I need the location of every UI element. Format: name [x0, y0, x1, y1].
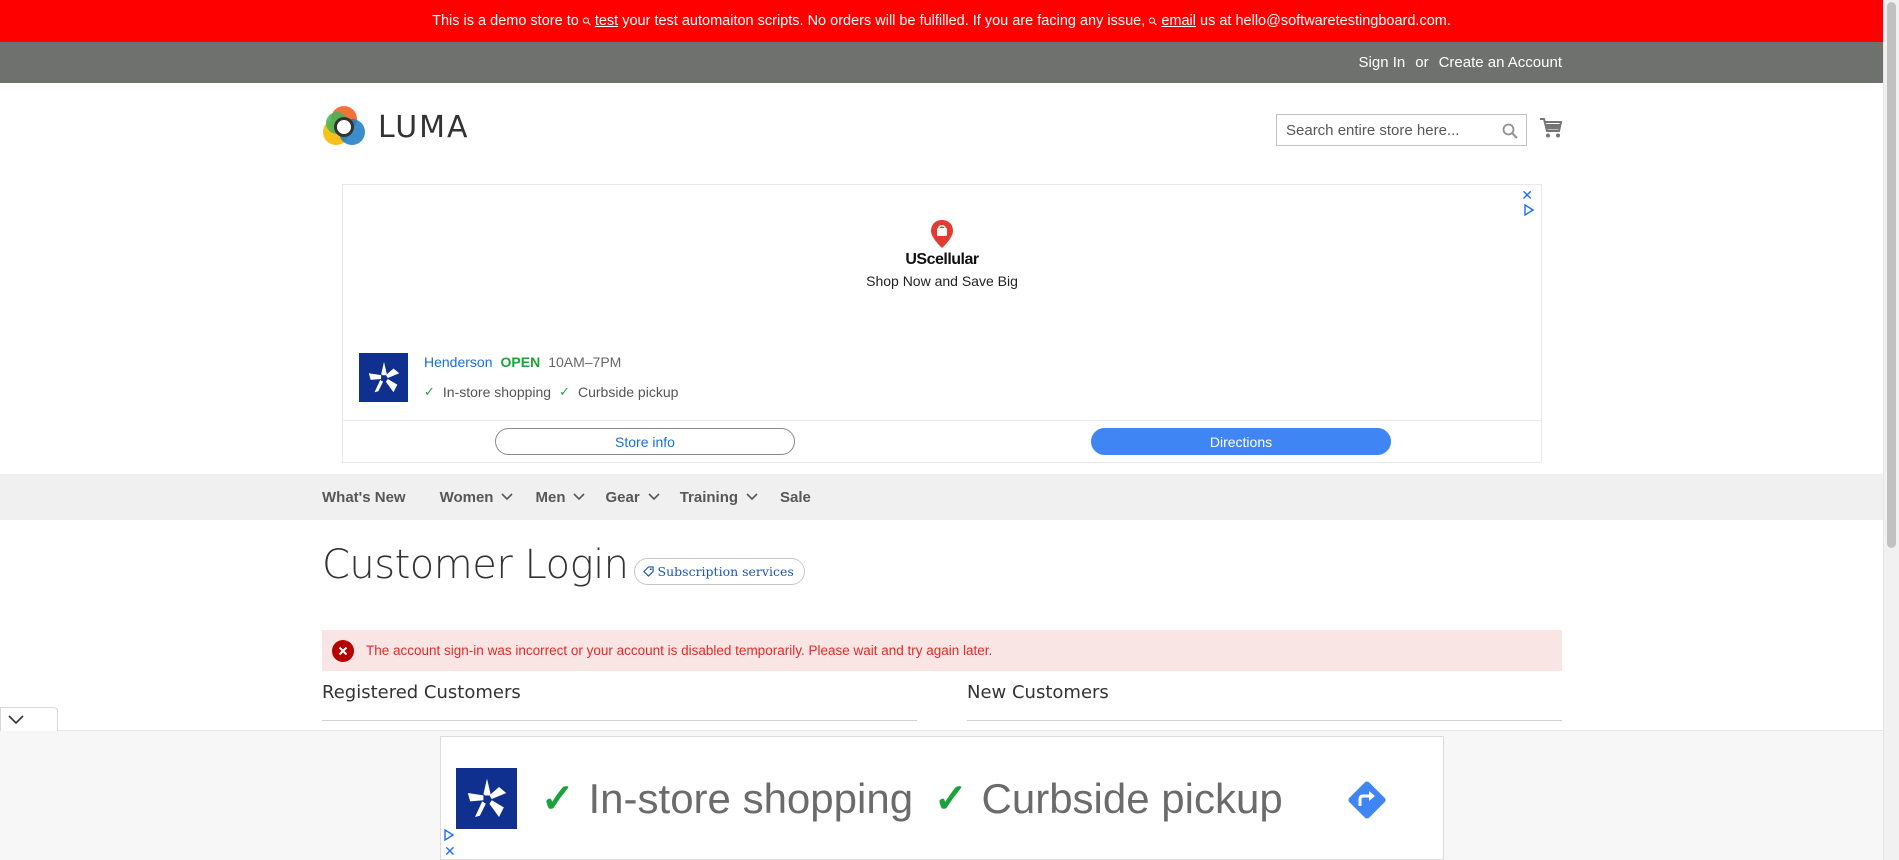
nav-item-gear[interactable]: Gear	[605, 488, 660, 506]
ad-divider	[343, 420, 1541, 421]
page-title-row: Customer Login Subscription services	[322, 542, 805, 588]
anchor-feature-curbside: ✓ Curbside pickup	[934, 775, 1283, 823]
nav-item-label: Gear	[605, 488, 640, 506]
nav-item-women[interactable]: Women	[440, 489, 514, 506]
store-logo	[456, 768, 517, 829]
nav-item-label: Women	[439, 488, 494, 506]
tag-icon	[642, 565, 654, 577]
store-logo	[359, 353, 408, 402]
ad-brand-name: UScellular	[905, 251, 979, 268]
page-title: Customer Login	[322, 542, 629, 588]
store-info-button[interactable]: Store info	[495, 428, 795, 455]
anchor-feature-instore: ✓ In-store shopping	[541, 775, 913, 823]
directions-button[interactable]: Directions	[1091, 428, 1391, 455]
new-customers-block: New Customers	[967, 682, 1562, 721]
check-icon: ✓	[934, 777, 968, 821]
store-details: Henderson OPEN 10AM–7PM ✓ In-store shopp…	[424, 353, 678, 402]
store-hours: 10AM–7PM	[548, 354, 622, 370]
error-message: The account sign-in was incorrect or you…	[366, 643, 993, 658]
ad-banner: ✕ UScellular Shop Now and Save Big Hende…	[342, 184, 1542, 463]
store-status: OPEN	[500, 354, 541, 370]
ad-brand-block[interactable]: UScellular Shop Now and Save Big	[343, 219, 1541, 289]
site-header: LUMA	[0, 83, 1883, 183]
main-nav: What's New Women Men Gear Training Sale	[0, 474, 1883, 520]
demo-notice-bar: This is a demo store to ⚲ test your test…	[0, 0, 1883, 42]
logo-text: LUMA	[378, 109, 470, 145]
directions-icon[interactable]	[1344, 777, 1390, 823]
nav-item-label: What's New	[322, 488, 406, 506]
chevron-down-icon	[648, 493, 660, 501]
check-icon: ✓	[559, 384, 570, 399]
search-input[interactable]	[1277, 115, 1526, 145]
anchor-ad-close-icon[interactable]: ✕	[444, 843, 456, 860]
demo-notice-test-link[interactable]: test	[595, 13, 618, 29]
luma-logo[interactable]: LUMA	[322, 105, 470, 149]
sign-in-link[interactable]: Sign In	[1359, 54, 1406, 71]
cart-icon[interactable]	[1539, 117, 1563, 139]
chevron-down-icon	[746, 493, 758, 501]
anchor-feature-label: In-store shopping	[588, 775, 914, 822]
map-pin-icon	[931, 220, 953, 248]
page-viewport: This is a demo store to ⚲ test your test…	[0, 0, 1883, 860]
store-feature-curbside: Curbside pickup	[578, 384, 679, 400]
ad-choices-icon[interactable]	[1524, 204, 1534, 216]
or-separator: or	[1415, 54, 1429, 71]
demo-notice-text-3: us at hello@softwaretestingboard.com.	[1200, 13, 1451, 29]
error-icon	[332, 639, 354, 662]
registered-customers-heading: Registered Customers	[322, 682, 521, 703]
subscription-services-badge[interactable]: Subscription services	[633, 557, 805, 585]
anchor-feature-label: Curbside pickup	[981, 775, 1283, 822]
nav-item-whats-new[interactable]: What's New	[322, 489, 406, 506]
store-name[interactable]: Henderson	[424, 354, 493, 370]
subscription-services-label: Subscription services	[657, 563, 794, 579]
search-icon[interactable]	[1502, 123, 1518, 139]
header-links-bar: Sign In or Create an Account	[0, 42, 1883, 83]
new-customers-heading: New Customers	[967, 682, 1109, 703]
error-alert: The account sign-in was incorrect or you…	[322, 630, 1562, 671]
demo-notice-text-1: This is a demo store to	[432, 13, 579, 29]
scrollbar-thumb[interactable]	[1887, 2, 1896, 548]
nav-item-label: Sale	[780, 488, 811, 506]
nav-item-training[interactable]: Training	[680, 489, 758, 506]
check-icon: ✓	[424, 384, 435, 399]
section-divider	[322, 720, 917, 721]
chevron-down-icon	[8, 714, 24, 724]
star-logo-icon	[368, 361, 399, 392]
create-account-link[interactable]: Create an Account	[1439, 54, 1562, 71]
search-icon: ⚲	[1146, 14, 1161, 29]
search-box	[1276, 114, 1527, 146]
demo-notice-text-2: your test automaiton scripts. No orders …	[622, 13, 1146, 29]
star-logo-icon	[467, 778, 506, 817]
luma-logo-icon	[323, 106, 365, 145]
ad-choices-icon[interactable]	[444, 829, 454, 841]
nav-item-label: Men	[535, 488, 566, 506]
ad-tagline: Shop Now and Save Big	[866, 273, 1018, 289]
section-divider	[967, 720, 1562, 721]
chevron-down-icon	[501, 493, 514, 501]
demo-notice-email-link[interactable]: email	[1161, 13, 1196, 29]
anchor-ad[interactable]: ✓ In-store shopping ✓ Curbside pickup ✕	[440, 736, 1444, 860]
check-icon: ✓	[541, 777, 575, 821]
ad-close-icon[interactable]: ✕	[1521, 187, 1533, 204]
chevron-down-icon	[573, 493, 586, 501]
store-feature-instore: In-store shopping	[442, 384, 552, 400]
search-icon: ⚲	[580, 14, 595, 29]
page-scrollbar[interactable]	[1883, 0, 1899, 860]
ad-store-block[interactable]: Henderson OPEN 10AM–7PM ✓ In-store shopp…	[359, 353, 678, 402]
registered-customers-block: Registered Customers	[322, 682, 917, 721]
anchor-ad-collapse-tab[interactable]	[0, 707, 58, 731]
nav-item-label: Training	[679, 488, 739, 506]
nav-item-sale[interactable]: Sale	[780, 489, 811, 506]
nav-item-men[interactable]: Men	[535, 488, 586, 506]
nav-list: What's New Women Men Gear Training Sale	[322, 474, 811, 520]
